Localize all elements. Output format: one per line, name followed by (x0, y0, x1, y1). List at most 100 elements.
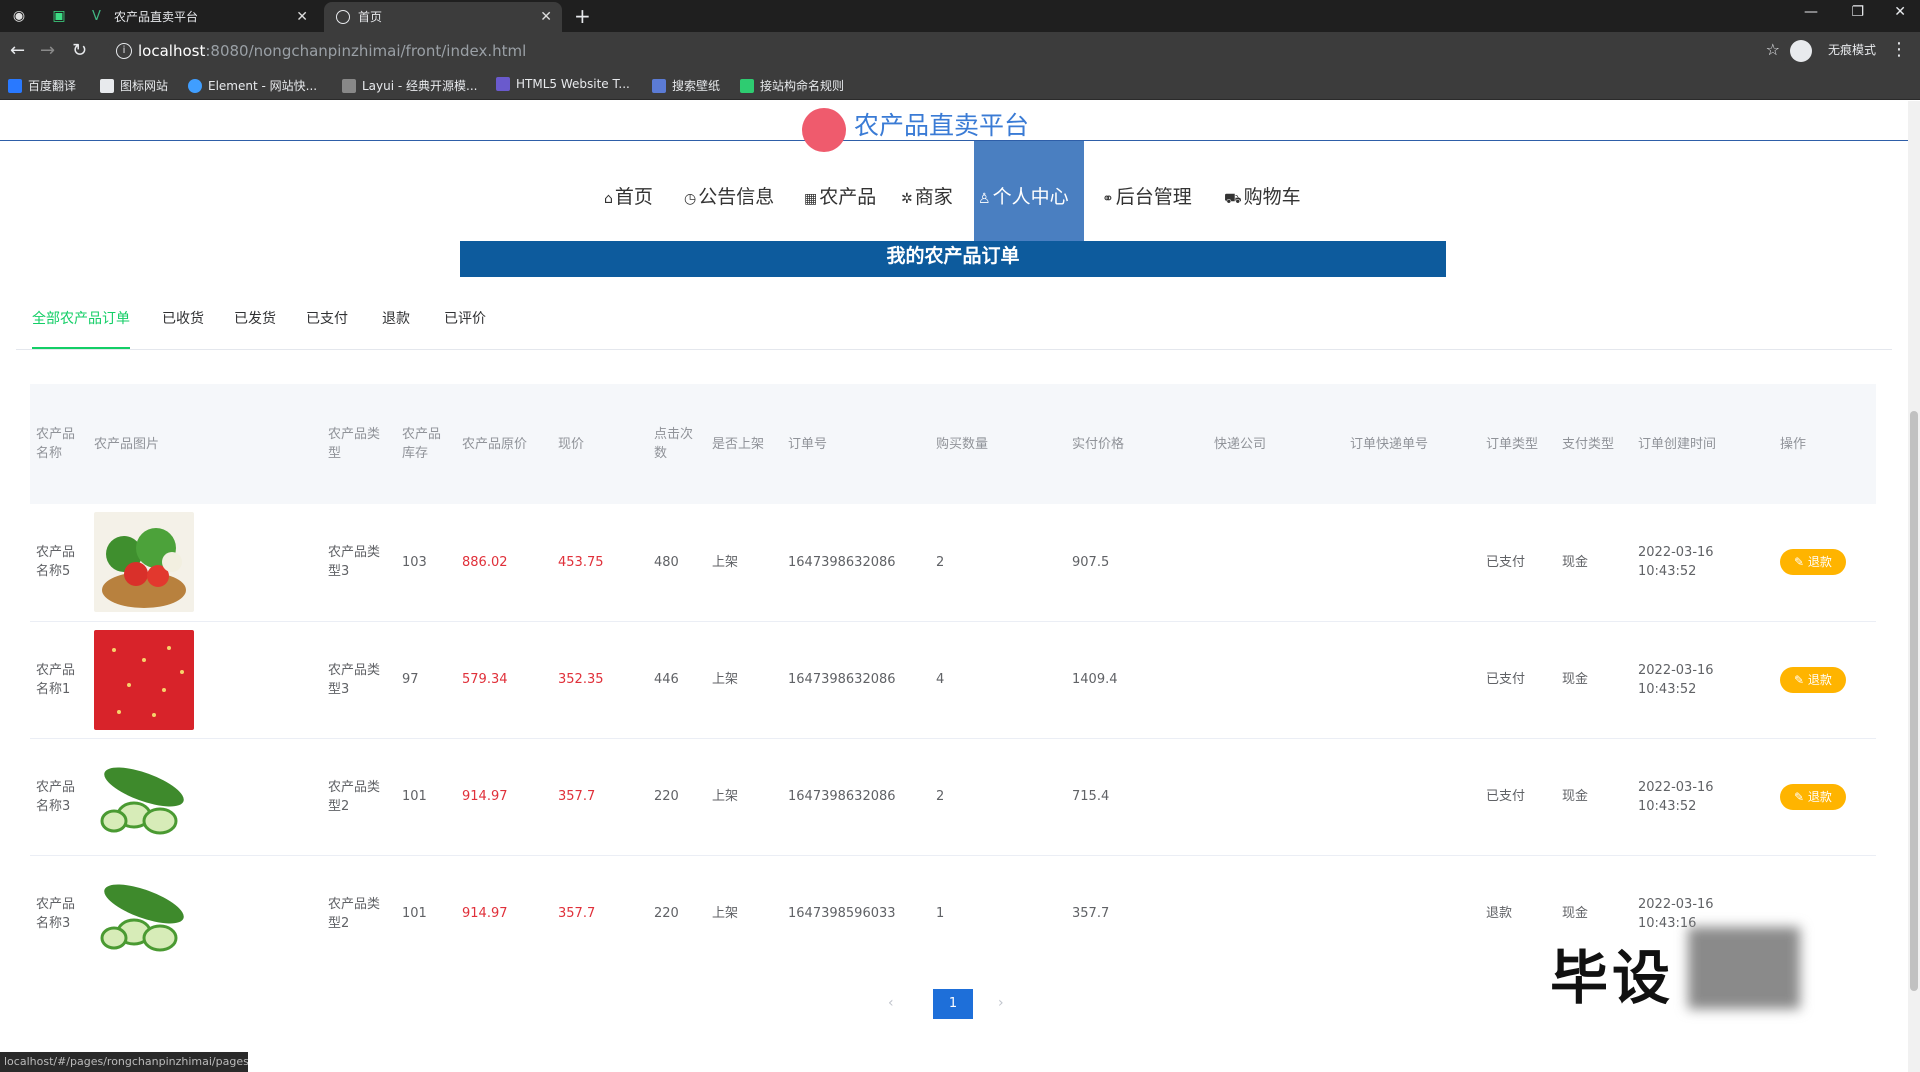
chrome-menu-icon[interactable]: ◉ (10, 7, 28, 25)
nav-merchants[interactable]: ✲ 商家 (897, 141, 957, 241)
status-url: localhost/#/pages/rongchanpinzhimai/page… (0, 1052, 248, 1072)
nav-cart[interactable]: ⛟ 购物车 (1220, 141, 1305, 241)
shop-icon: ✲ (901, 191, 913, 207)
browser-tab-home[interactable]: 首页 ✕ (324, 2, 562, 32)
cell-product-image (88, 504, 322, 621)
tab-all-orders[interactable]: 全部农产品订单 (32, 309, 130, 349)
forward-arrow-icon[interactable]: → (40, 41, 55, 61)
more-menu-icon[interactable]: ⋮ (1890, 39, 1908, 60)
cucumber-image (94, 863, 194, 964)
bookmark-item[interactable]: HTML5 Website T... (496, 77, 630, 91)
cell-product-type: 农产品类型3 (328, 545, 381, 580)
refund-button[interactable]: ✎ 退款 (1780, 666, 1846, 693)
bookmark-item[interactable]: Layui - 经典开源模... (342, 77, 477, 94)
cell-paid: 715.4 (1066, 737, 1208, 855)
column-header: 操作 (1774, 384, 1876, 504)
nav-notice[interactable]: ◷ 公告信息 (680, 141, 778, 241)
edit-icon: ✎ (1794, 672, 1808, 687)
browser-tab-platform[interactable]: V 农产品直卖平台 ✕ (80, 2, 318, 32)
cart-icon: ⛟ (1224, 191, 1242, 207)
cell-order-type: 已支付 (1486, 554, 1526, 570)
column-header: 农产品类型 (322, 384, 396, 504)
cell-quantity: 4 (930, 620, 1066, 738)
cell-pay-type: 现金 (1556, 737, 1632, 855)
home-icon: ⌂ (604, 191, 613, 207)
flag-icon (100, 79, 114, 93)
cell-clicks: 220 (648, 854, 706, 972)
column-header: 订单创建时间 (1632, 384, 1774, 504)
cell-product-type: 农产品类型2 (322, 737, 396, 855)
incognito-label: 无痕模式 (1827, 43, 1876, 57)
site-header: 农产品直卖平台 (0, 101, 1908, 152)
column-header: 购买数量 (930, 384, 1066, 504)
page-number-current[interactable]: 1 (933, 989, 973, 1019)
cell-original-price: 886.02 (462, 554, 508, 570)
bookmark-item[interactable]: Element - 网站快... (188, 77, 317, 94)
tab-received[interactable]: 已收货 (162, 309, 204, 349)
reload-icon[interactable]: ↻ (72, 41, 87, 61)
refund-button[interactable]: ✎ 退款 (1780, 549, 1846, 576)
table-header-row: 农产品名称 农产品图片 农产品类型 农产品库存 农产品原价 现价 点击次数 是否… (30, 384, 1876, 504)
wallpaper-icon (652, 79, 666, 93)
cell-original-price: 914.97 (456, 854, 552, 972)
cell-onsale: 上架 (706, 854, 782, 972)
cell-stock: 97 (396, 620, 456, 738)
cell-price: 453.75 (558, 554, 604, 570)
cell-courier (1208, 737, 1344, 855)
bookmark-item[interactable]: 图标网站 (100, 77, 168, 94)
refund-button[interactable]: ✎ 退款 (1780, 783, 1846, 810)
restore-button[interactable]: ❐ (1851, 4, 1864, 20)
site-info-icon[interactable]: i (116, 43, 132, 59)
cell-clicks: 446 (648, 620, 706, 738)
tab-search-icon[interactable]: ▣ (50, 7, 68, 25)
cell-action: ✎ 退款 (1774, 737, 1876, 855)
vue-icon: V (92, 9, 101, 24)
new-tab-button[interactable]: + (574, 4, 591, 28)
prev-page-button[interactable]: ‹ (888, 995, 894, 1011)
url-field[interactable]: i localhost:8080/nongchanpinzhimai/front… (108, 37, 1788, 65)
tab-paid[interactable]: 已支付 (306, 309, 348, 349)
column-header: 点击次数 (648, 384, 706, 504)
cell-product-name: 农产品名称1 (30, 620, 88, 738)
cell-onsale: 上架 (712, 554, 739, 570)
cell-courier (1208, 854, 1344, 972)
column-header: 是否上架 (706, 384, 782, 504)
bookmark-item[interactable]: 搜索壁纸 (652, 77, 720, 94)
nav-products[interactable]: ▦ 农产品 (800, 141, 880, 241)
cell-action: ✎ 退款 (1774, 504, 1876, 621)
nav-personal-center[interactable]: ♙ 个人中心 (974, 141, 1084, 241)
cell-price: 352.35 (552, 620, 648, 738)
nav-home[interactable]: ⌂ 首页 (600, 141, 657, 241)
column-header: 订单号 (782, 384, 930, 504)
page-scrollbar[interactable] (1908, 101, 1920, 1072)
back-arrow-icon[interactable]: ← (10, 41, 25, 61)
minimize-button[interactable]: — (1804, 4, 1818, 20)
bookmarks-bar: 百度翻译 图标网站 Element - 网站快... Layui - 经典开源模… (0, 70, 1920, 100)
column-header: 支付类型 (1556, 384, 1632, 504)
cell-created: 2022-03-16 10:43:52 (1638, 545, 1714, 580)
translate-icon (8, 79, 22, 93)
nav-admin[interactable]: ⚭ 后台管理 (1098, 141, 1196, 241)
bookmark-star-icon[interactable]: ☆ (1766, 40, 1780, 59)
close-icon[interactable]: ✕ (296, 2, 308, 32)
tab-refund[interactable]: 退款 (382, 309, 410, 349)
scrollbar-thumb[interactable] (1910, 411, 1918, 991)
cell-product-name: 农产品名称5 (36, 545, 76, 580)
cell-stock: 101 (396, 737, 456, 855)
cell-paid: 1409.4 (1066, 620, 1208, 738)
tab-reviewed[interactable]: 已评价 (444, 309, 486, 349)
cell-product-name: 农产品名称3 (30, 737, 88, 855)
page-content: 农产品直卖平台 ⌂ 首页 ◷ 公告信息 ▦ 农产品 ✲ 商家 ♙ 个人中心 ⚭ 后台管理 ⛟… (0, 101, 1908, 1072)
cell-tracking (1344, 504, 1480, 621)
html5-icon (496, 77, 510, 91)
tab-title: 首页 (358, 10, 383, 24)
cell-created: 2022-03-16 10:43:52 (1632, 620, 1774, 738)
close-icon[interactable]: ✕ (540, 2, 552, 32)
close-window-button[interactable]: ✕ (1894, 4, 1906, 20)
bookmark-item[interactable]: 百度翻译 (8, 77, 76, 94)
element-icon (188, 79, 202, 93)
table-row: 农产品名称5 农产品类型3 103 886.02 453.75 480 上架 1… (30, 504, 1876, 621)
bookmark-item[interactable]: 接站构命名规则 (740, 77, 844, 94)
tab-shipped[interactable]: 已发货 (234, 309, 276, 349)
next-page-button[interactable]: › (998, 995, 1004, 1011)
